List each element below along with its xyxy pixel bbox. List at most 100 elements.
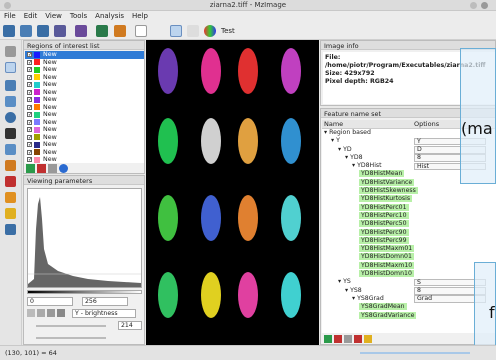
slider-1-value[interactable]: 214 [118, 321, 142, 330]
menu-tools[interactable]: Tools [66, 11, 91, 21]
feature-row[interactable]: YD8HistPerc50 [322, 220, 496, 228]
menu-analysis[interactable]: Analysis [91, 11, 128, 21]
star-tool-icon[interactable] [5, 128, 16, 139]
report-icon[interactable] [114, 25, 126, 37]
roi-visible-checkbox[interactable]: ✓ [27, 52, 32, 58]
contrast-icon[interactable] [57, 309, 65, 317]
feature-row[interactable]: YS8GradVariance [322, 311, 496, 320]
roi-list-item[interactable]: ✓ New [25, 81, 144, 89]
roi-list-item[interactable]: ✓ New [25, 96, 144, 104]
roi-visible-checkbox[interactable]: ✓ [27, 104, 32, 110]
zoom-icon[interactable] [135, 25, 147, 37]
info-roi-icon[interactable] [59, 164, 68, 173]
roi-visible-checkbox[interactable]: ✓ [27, 67, 32, 73]
reset-icon[interactable] [37, 309, 45, 317]
add-roi-icon[interactable] [26, 164, 35, 173]
grain-region[interactable] [158, 195, 178, 241]
max-field[interactable]: 256 [82, 297, 128, 306]
roi-visible-checkbox[interactable]: ✓ [27, 119, 32, 125]
feature-row[interactable]: YD8HistPerc01 [322, 203, 496, 212]
menu-file[interactable]: File [0, 11, 20, 21]
grain-region[interactable] [238, 195, 258, 241]
feature-row[interactable]: YS8GradMean [322, 303, 496, 311]
menu-view[interactable]: View [41, 11, 66, 21]
roi-list-item[interactable]: ✓ New [25, 89, 144, 97]
fill-tool-icon[interactable] [5, 144, 16, 155]
settings-roi-icon[interactable] [48, 164, 57, 173]
save-as-icon[interactable] [20, 25, 32, 37]
menu-edit[interactable]: Edit [20, 11, 42, 21]
roi-visible-checkbox[interactable]: ✓ [27, 82, 32, 88]
stop-tool-icon[interactable] [5, 176, 16, 187]
slider-1[interactable] [36, 325, 106, 327]
grain-region[interactable] [201, 272, 221, 318]
roi-list-item[interactable]: ✓ New [25, 59, 144, 67]
remove-feature-icon[interactable] [334, 335, 342, 343]
polygon-tool-icon[interactable] [5, 96, 16, 107]
feature-row[interactable]: YD8HistDomn10 [322, 270, 496, 278]
roi-visible-checkbox[interactable]: ✓ [27, 112, 32, 118]
zoom-slider[interactable] [360, 352, 470, 354]
roi-visible-checkbox[interactable]: ✓ [27, 149, 32, 155]
slider-2[interactable] [36, 337, 106, 339]
brush-tool-icon[interactable] [5, 192, 16, 203]
invert-icon[interactable] [47, 309, 55, 317]
grain-region[interactable] [201, 195, 221, 241]
feature-row[interactable]: YD8HistPerc90 [322, 228, 496, 237]
color-icon[interactable] [204, 25, 216, 37]
grain-region[interactable] [281, 195, 301, 241]
name-column-header[interactable]: Name [322, 120, 414, 128]
feature-row[interactable]: YD8HistSkewness [322, 187, 496, 195]
feature-row[interactable]: YD8HistMaxm10 [322, 261, 496, 270]
lock-icon[interactable] [27, 309, 35, 317]
roi-visible-checkbox[interactable]: ✓ [27, 157, 32, 163]
add-feature-icon[interactable] [324, 335, 332, 343]
roi-list[interactable]: ✓ New ✓ New ✓ New ✓ New ✓ New ✓ New ✓ New ✓ New ✓ New ✓ New… [25, 51, 144, 163]
roi-visible-checkbox[interactable]: ✓ [27, 89, 32, 95]
grain-region[interactable] [201, 48, 221, 94]
grain-region[interactable] [158, 272, 178, 318]
roi-visible-checkbox[interactable]: ✓ [27, 134, 32, 140]
roi-list-item[interactable]: ✓ New [25, 141, 144, 149]
delete-feature-icon[interactable] [354, 335, 362, 343]
pointer-tool-icon[interactable] [5, 46, 16, 57]
grain-region[interactable] [281, 272, 301, 318]
roi-visible-checkbox[interactable]: ✓ [27, 59, 32, 65]
roi-list-item[interactable]: ✓ New [25, 134, 144, 142]
roi-visible-checkbox[interactable]: ✓ [27, 74, 32, 80]
grain-region[interactable] [281, 118, 301, 164]
roi-list-item[interactable]: ✓ New [25, 111, 144, 119]
image-view[interactable] [146, 40, 319, 345]
roi-list-item[interactable]: ✓ New [25, 74, 144, 82]
feature-row[interactable]: ▾ YS8 8 [322, 287, 496, 295]
feature-row[interactable]: ▾ YS8Grad Grad [322, 295, 496, 303]
move-tool-icon[interactable] [5, 224, 16, 235]
feature-row[interactable]: YD8HistDomn01 [322, 253, 496, 261]
feature-row[interactable]: ▾ YS S [322, 278, 496, 287]
grain-region[interactable] [281, 48, 301, 94]
menu-help[interactable]: Help [128, 11, 152, 21]
roi-list-item[interactable]: ✓ New [25, 51, 144, 59]
close-icon[interactable] [481, 2, 488, 9]
remove-roi-icon[interactable] [37, 164, 46, 173]
min-field[interactable]: 0 [27, 297, 73, 306]
roi-visible-checkbox[interactable]: ✓ [27, 127, 32, 133]
save-icon[interactable] [3, 25, 15, 37]
grain-region[interactable] [158, 48, 178, 94]
warning-icon[interactable] [364, 335, 372, 343]
feature-row[interactable]: YD8HistKurtosis [322, 195, 496, 203]
roi-list-item[interactable]: ✓ New [25, 149, 144, 157]
feature-row[interactable]: YD8HistPerc10 [322, 211, 496, 220]
roi-list-item[interactable]: ✓ New [25, 119, 144, 127]
grain-region[interactable] [238, 48, 258, 94]
roi-list-item[interactable]: ✓ New [25, 126, 144, 134]
ellipse-tool-icon[interactable] [5, 112, 16, 123]
grain-region[interactable] [238, 118, 258, 164]
rectangle-tool-icon[interactable] [5, 80, 16, 91]
save-roi-icon[interactable] [37, 25, 49, 37]
color-mode-select[interactable]: Y - brightness [72, 309, 136, 318]
up-feature-icon[interactable] [344, 335, 352, 343]
minimize-icon[interactable] [470, 2, 477, 9]
pencil-tool-icon[interactable] [5, 62, 16, 73]
roi-visible-checkbox[interactable]: ✓ [27, 97, 32, 103]
